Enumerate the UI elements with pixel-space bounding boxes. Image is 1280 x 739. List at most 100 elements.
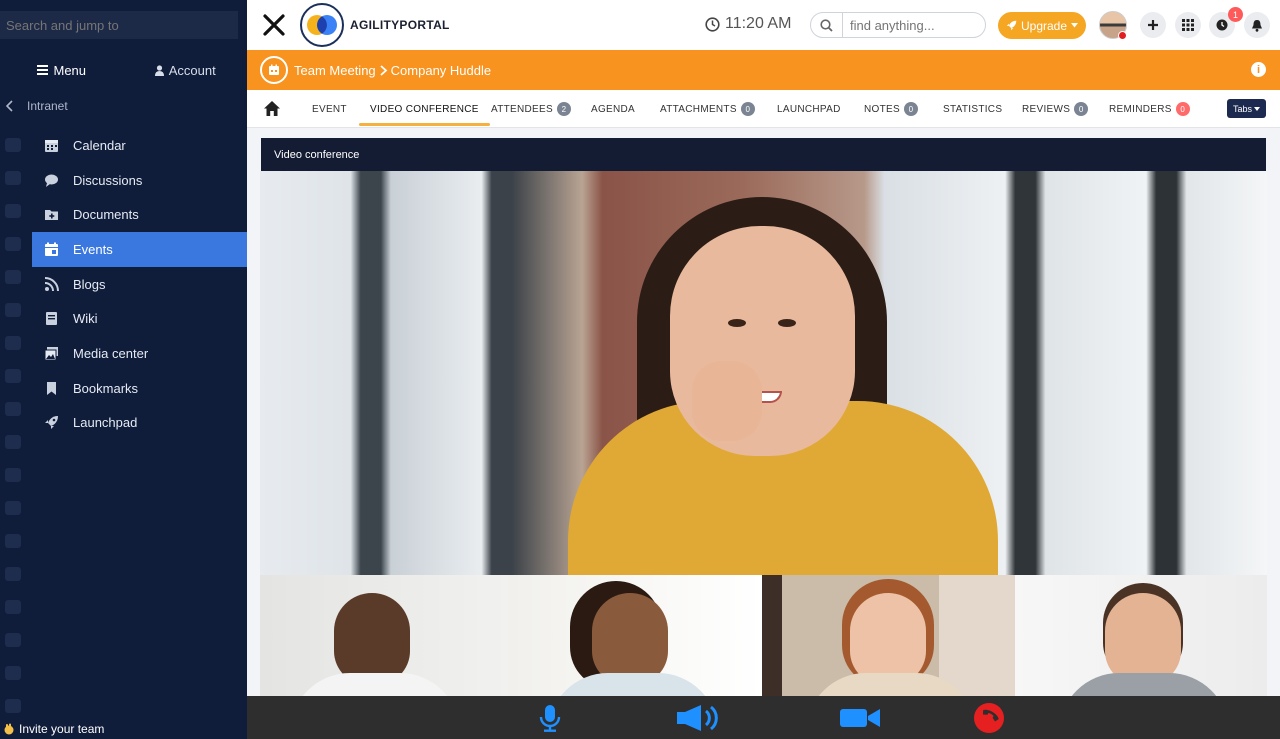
tab-menu-label: Menu (53, 62, 87, 78)
tab-account-label: Account (168, 62, 216, 78)
main-panel: AGILITYPORTAL 11:20 AM Upgrade 1 (247, 0, 1280, 739)
sidebar-search-input[interactable] (0, 11, 238, 39)
chart-pie-icon[interactable] (5, 633, 21, 647)
sidebar-item-label: Bookmarks (73, 380, 139, 396)
video-conference-header: Video conference (261, 138, 1266, 171)
sidebar-item-label: Media center (73, 345, 149, 361)
tab-attachments[interactable]: ATTACHMENTS 0 (660, 90, 755, 128)
add-button[interactable] (1140, 12, 1166, 38)
sidebar-item-blogs[interactable]: Blogs (32, 267, 247, 302)
main-speaker-video[interactable] (260, 171, 1267, 575)
sidebar-item-label: Documents (73, 207, 139, 223)
clock-icon (1216, 19, 1228, 31)
tabs-dropdown-button[interactable]: Tabs (1227, 99, 1266, 118)
tab-statistics[interactable]: STATISTICS (943, 90, 1002, 128)
sidebar-item-wiki[interactable]: Wiki (32, 301, 247, 336)
tab-attendees[interactable]: ATTENDEES 2 (491, 90, 571, 128)
bubble-icon[interactable] (5, 435, 21, 449)
sidebar-item-documents[interactable]: Documents (32, 197, 247, 232)
tab-notes[interactable]: NOTES 0 (864, 90, 918, 128)
grid-icon (1182, 19, 1194, 31)
sidebar-item-calendar[interactable]: Calendar (32, 128, 247, 163)
participant-video-3[interactable] (762, 575, 1015, 696)
document-icon[interactable] (5, 600, 21, 614)
tab-video-conference[interactable]: VIDEO CONFERENCE (359, 90, 490, 128)
gear-icon[interactable] (5, 666, 21, 680)
notification-badge: 1 (1228, 7, 1243, 22)
agilityportal-logo[interactable] (300, 3, 344, 47)
speaker-eye-right (778, 319, 796, 327)
profile-icon[interactable] (5, 567, 21, 581)
sidebar-item-events[interactable]: Events (32, 232, 247, 267)
tab-event[interactable]: EVENT (312, 90, 347, 128)
search-input[interactable] (843, 17, 973, 33)
apps-button[interactable] (1175, 12, 1201, 38)
sidebar-item-media-center[interactable]: Media center (32, 336, 247, 371)
tab-badge: 0 (1175, 102, 1190, 116)
tab-launchpad[interactable]: LAUNCHPAD (777, 90, 841, 128)
home-icon[interactable] (5, 138, 21, 152)
end-call-button[interactable] (969, 703, 1009, 733)
speaker-button[interactable] (675, 703, 725, 733)
people-icon[interactable] (5, 204, 21, 218)
camera-button[interactable] (839, 703, 881, 733)
sidebar-item-launchpad[interactable]: Launchpad (32, 406, 247, 441)
card-icon[interactable] (5, 237, 21, 251)
speaker-eye-left (728, 319, 746, 327)
participant-video-1[interactable] (260, 575, 508, 696)
building-icon[interactable] (5, 369, 21, 383)
search-icon[interactable] (5, 336, 21, 350)
sitemap-icon[interactable] (5, 501, 21, 515)
clock: 11:20 AM (705, 15, 791, 33)
calendar-event-icon (45, 242, 58, 256)
sidebar-item-label: Blogs (73, 276, 106, 292)
book-icon (46, 312, 57, 326)
microphone-icon (539, 705, 561, 732)
chat-icon[interactable] (5, 171, 21, 185)
sidebar-menu: Calendar Discussions Documents Events Bl… (32, 128, 247, 440)
tab-agenda[interactable]: AGENDA (591, 90, 635, 128)
rocket-icon (1006, 20, 1017, 31)
tab-reviews[interactable]: REVIEWS 0 (1022, 90, 1089, 128)
sidebar-back-breadcrumb[interactable]: Intranet (6, 99, 68, 113)
rocket-icon (45, 416, 58, 430)
upgrade-button[interactable]: Upgrade (998, 12, 1086, 39)
home-icon[interactable] (263, 100, 281, 117)
tab-label: REVIEWS (1022, 103, 1071, 115)
clock-icon (705, 16, 720, 32)
desk-icon[interactable] (5, 534, 21, 548)
participant-torso (548, 673, 718, 696)
participant-video-2[interactable] (508, 575, 762, 696)
invite-team-link[interactable]: Invite your team (3, 722, 104, 736)
logo-mark-icon (307, 15, 337, 35)
breadcrumb-parent[interactable]: Team Meeting (294, 63, 376, 78)
participant-video-4[interactable] (1015, 575, 1267, 696)
grid-icon[interactable] (5, 402, 21, 416)
user-icon (154, 64, 164, 76)
tab-menu[interactable]: Menu (0, 58, 124, 82)
tab-account[interactable]: Account (124, 58, 248, 82)
list-icon[interactable] (5, 270, 21, 284)
notifications-button[interactable] (1244, 12, 1270, 38)
end-call-icon (974, 703, 1004, 733)
tab-reminders[interactable]: REMINDERS 0 (1109, 90, 1190, 128)
sidebar: Menu Account Intranet Calendar (0, 0, 247, 739)
speaker-icon (677, 705, 718, 731)
briefcase-icon[interactable] (5, 303, 21, 317)
info-icon[interactable]: i (1251, 62, 1266, 77)
chevron-left-icon (6, 100, 13, 112)
participant-head (850, 593, 926, 685)
participant-torso (290, 673, 460, 696)
laptop-icon[interactable] (5, 468, 21, 482)
sidebar-item-discussions[interactable]: Discussions (32, 163, 247, 198)
top-header: AGILITYPORTAL 11:20 AM Upgrade 1 (247, 0, 1280, 50)
sidebar-item-bookmarks[interactable]: Bookmarks (32, 371, 247, 406)
close-icon[interactable] (261, 12, 287, 38)
tab-label: VIDEO CONFERENCE (370, 103, 479, 115)
mute-button[interactable] (535, 703, 565, 733)
sign-out-icon[interactable] (5, 699, 21, 713)
chat-bubble-icon (45, 174, 58, 187)
breadcrumb-current: Company Huddle (390, 63, 492, 78)
search-icon[interactable] (811, 13, 843, 37)
event-breadcrumb: Team Meeting Company Huddle (294, 63, 491, 78)
